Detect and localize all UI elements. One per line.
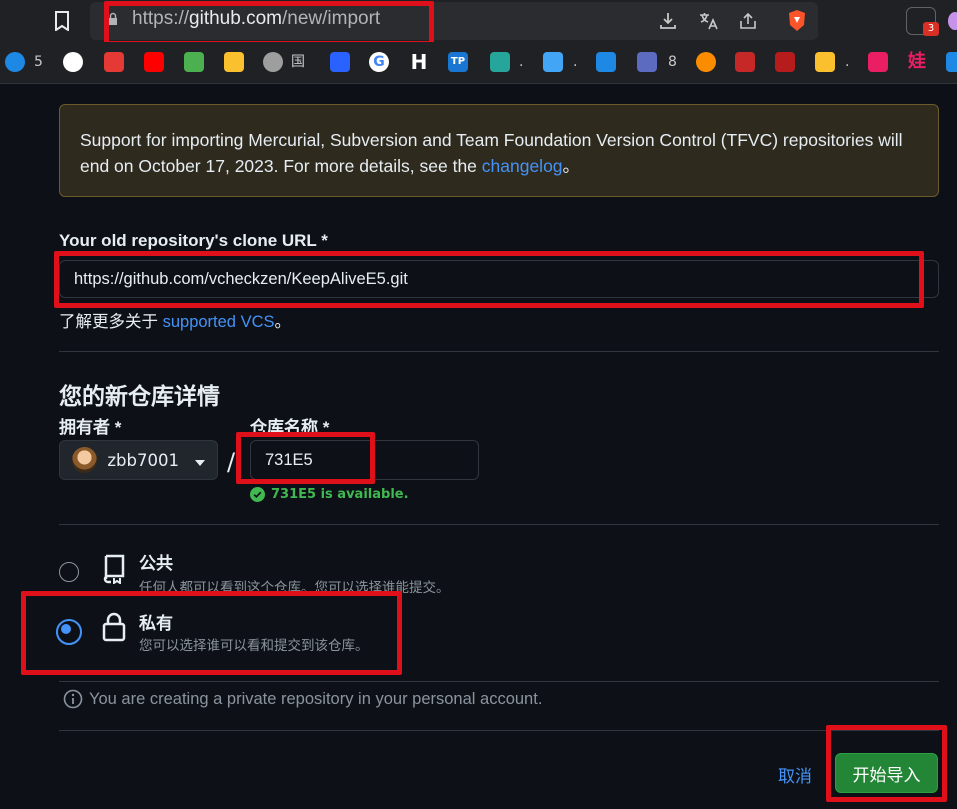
google-icon[interactable]: G (369, 52, 389, 72)
supported-vcs-link[interactable]: supported VCS (163, 313, 275, 331)
install-icon[interactable] (657, 11, 679, 36)
changelog-link[interactable]: changelog (482, 156, 563, 176)
availability-message: 731E5 is available. (250, 487, 409, 502)
cancel-button[interactable]: 取消 (778, 762, 812, 787)
red-logo-icon[interactable] (104, 52, 124, 72)
import-deprecation-notice: Support for importing Mercurial, Subvers… (59, 104, 939, 197)
owner-label: 拥有者 * (59, 418, 122, 437)
annotation-box-clone-url (54, 251, 924, 308)
annotation-box-repo-name (236, 432, 375, 484)
github-icon[interactable] (63, 52, 83, 72)
bookmark-label: 国 (291, 54, 305, 70)
brave-shield-icon[interactable] (786, 9, 808, 38)
hint-text-end: 。 (274, 313, 292, 331)
private-repo-info: You are creating a private repository in… (63, 689, 542, 709)
annotation-box-submit (826, 725, 947, 802)
baidu-icon[interactable] (330, 52, 350, 72)
grid-logo-icon[interactable] (868, 52, 888, 72)
hint-text: 了解更多关于 (59, 313, 163, 331)
cloud-icon[interactable] (5, 52, 25, 72)
bookmark-label: . (519, 54, 524, 70)
new-repo-heading: 您的新仓库详情 (59, 384, 220, 410)
profile-avatar[interactable] (948, 12, 957, 30)
bookmark-label: 5 (34, 54, 43, 70)
annotation-box-private (21, 591, 402, 675)
flower-icon[interactable] (596, 52, 616, 72)
bookmark-label: . (573, 54, 578, 70)
annotation-box-url (104, 1, 434, 46)
c-logo-icon[interactable] (637, 52, 657, 72)
supported-vcs-hint: 了解更多关于 supported VCS。 (59, 308, 291, 332)
info-text: You are creating a private repository in… (89, 689, 543, 708)
yellow-logo-icon[interactable] (224, 52, 244, 72)
divider (59, 681, 939, 682)
owner-repo-separator: / (227, 448, 236, 476)
extension-badge: 3 (923, 22, 939, 36)
clone-url-label: Your old repository's clone URL * (59, 231, 328, 250)
divider (59, 730, 939, 731)
check-circle-icon (250, 487, 265, 502)
bookmark-label: 8 (668, 54, 677, 70)
repo-icon (101, 554, 127, 588)
divider (59, 524, 939, 525)
cube-icon[interactable] (184, 52, 204, 72)
bookmark-label: . (845, 54, 850, 70)
youtube-icon[interactable] (144, 52, 164, 72)
info-icon (63, 689, 83, 709)
public-radio[interactable] (59, 562, 79, 582)
cloud-blue-icon[interactable] (543, 52, 563, 72)
play-icon[interactable] (946, 52, 957, 72)
public-title: 公共 (139, 554, 173, 574)
bookmark-icon[interactable] (52, 11, 72, 36)
caret-down-icon (195, 451, 205, 470)
wa-icon[interactable]: 娃 (907, 52, 927, 72)
plane-icon[interactable] (815, 52, 835, 72)
h-icon[interactable]: H (409, 52, 429, 72)
availability-text: 731E5 is available. (271, 487, 409, 502)
owner-select[interactable]: zbb7001 (59, 440, 218, 480)
orange-ball-icon[interactable] (696, 52, 716, 72)
share-icon[interactable] (737, 11, 759, 36)
red-square-icon[interactable] (735, 52, 755, 72)
divider (59, 351, 939, 352)
avatar (72, 447, 98, 473)
tp-icon[interactable]: TP (448, 52, 468, 72)
globe-icon[interactable] (263, 52, 283, 72)
triangle-icon[interactable] (490, 52, 510, 72)
seal-icon[interactable] (775, 52, 795, 72)
owner-name: zbb7001 (107, 450, 179, 470)
translate-icon[interactable] (697, 11, 719, 36)
notice-text-end: 。 (562, 156, 581, 176)
